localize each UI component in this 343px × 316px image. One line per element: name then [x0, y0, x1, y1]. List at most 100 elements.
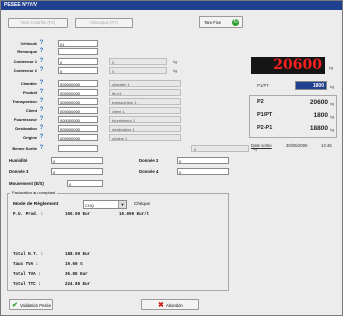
field-label-origin: Origine — [22, 135, 37, 140]
destination-code-input[interactable]: 000000000 — [58, 125, 98, 132]
scale-weight-unit: kg — [329, 65, 334, 70]
destination-name: destination 1 — [109, 125, 181, 132]
net-value: 18800 — [309, 125, 328, 132]
vat-rate-value: 19.60 % — [65, 263, 83, 267]
p1pt-input-unit: kg — [330, 84, 335, 89]
unit-price-value: 100.00 Eur — [65, 213, 91, 217]
container-2-weight: 0 — [109, 67, 167, 74]
p1pt-input[interactable]: 1800 — [295, 81, 327, 90]
exit-date-value: 30/05/2006 — [286, 143, 308, 148]
invoice-header: Facturation au comptant — [10, 190, 58, 195]
field-label-destination: Destination — [15, 126, 37, 131]
lookup-container-1-icon[interactable]: ? — [39, 58, 44, 65]
payment-mode-label: Mode de Règlement — [13, 202, 59, 207]
field-label-product: Produit — [23, 90, 37, 95]
exit-time-value: 14:46 — [321, 143, 332, 148]
origin-name: origine 1 — [109, 134, 181, 141]
lookup-client-icon[interactable]: ? — [39, 107, 44, 114]
scale-weight-display: 20600 — [251, 57, 325, 74]
container-1-unit: kg — [173, 59, 178, 64]
lookup-supplier-icon[interactable]: ? — [39, 116, 44, 123]
vat-rate-label: Taux TVA : — [13, 263, 39, 267]
field-label-supplier: Fournisseur — [13, 117, 37, 122]
total-vat-label: Total TVA : — [13, 273, 41, 277]
carrier-code-input[interactable]: 000000000 — [58, 98, 98, 105]
container-1-input[interactable]: 0 — [58, 58, 98, 65]
humidity-input[interactable]: 0 — [51, 157, 103, 164]
data4-label: Donnée 4 — [139, 169, 159, 174]
supplier-name: fournisseur 1 — [109, 116, 181, 123]
net-label: P2-P1 — [257, 125, 273, 131]
client-name: client 1 — [109, 107, 181, 114]
lookup-destination-icon[interactable]: ? — [39, 125, 44, 132]
site-name: chantier 1 — [109, 80, 181, 87]
data3-input[interactable]: 0 — [51, 168, 103, 175]
container-1-weight: 0 — [109, 58, 167, 65]
vehicle-input[interactable]: 01 — [58, 40, 98, 47]
field-label-site: Chantier — [20, 81, 37, 86]
field-label-container-2: Conteneur 2 — [13, 68, 37, 73]
lookup-product-icon[interactable]: ? — [39, 89, 44, 96]
field-label-container-1: Conteneur 1 — [13, 59, 37, 64]
p2-unit: kg — [330, 101, 335, 106]
field-label-exit-skip: Benne Sortie — [12, 146, 37, 151]
validate-weighing-button[interactable]: ✔ Validation Pesée — [9, 299, 53, 310]
cancel-label: Abandon — [166, 303, 183, 308]
refresh-icon: ↻ — [232, 19, 239, 26]
container-2-input[interactable]: 0 — [58, 67, 98, 74]
container-2-unit: kg — [173, 68, 178, 73]
total-ht-label: Total H.T. : — [13, 253, 44, 257]
payment-mode-select[interactable]: CHQ ▼ — [83, 200, 127, 209]
supplier-code-input[interactable]: 000000000 — [58, 116, 98, 123]
field-label-trailer: Remorque — [17, 49, 37, 54]
product-name: ltk p1 — [109, 89, 181, 96]
total-vat-value: 36.85 Eur — [65, 273, 88, 277]
lookup-carrier-icon[interactable]: ? — [39, 98, 44, 105]
humidity-label: Humidité — [9, 158, 28, 163]
trailer-input[interactable] — [58, 48, 98, 55]
tare-fixed-label: Tare Fixe — [204, 20, 222, 25]
total-ttc-value: 224.85 Eur — [65, 283, 91, 287]
p1pt-row-unit: kg — [330, 114, 335, 119]
lookup-origin-icon[interactable]: ? — [39, 134, 44, 141]
new-weighing-button[interactable]: Nvel Contrôle (F5) — [8, 18, 68, 28]
field-label-carrier: Transporteur — [12, 99, 37, 104]
p2-label: P2 — [257, 99, 264, 105]
lookup-site-icon[interactable]: ? — [39, 80, 44, 87]
client-code-input[interactable]: 000000000 — [58, 107, 98, 114]
total-ht-value: 188.00 Eur — [65, 253, 91, 257]
carrier-name: transporteur 1 — [109, 98, 181, 105]
total-ttc-label: Total TTC : — [13, 283, 41, 287]
lookup-container-2-icon[interactable]: ? — [39, 67, 44, 74]
data2-label: Donnée 2 — [139, 158, 159, 163]
cancel-button[interactable]: ✖ Abandon — [141, 299, 199, 310]
unit-price-label: P.U. Prod. : — [13, 213, 44, 217]
p1pt-row-value: 1800 — [313, 112, 328, 119]
close-icon: ✖ — [158, 302, 164, 309]
data3-label: Donnée 3 — [9, 169, 29, 174]
field-label-vehicle: Véhicule — [20, 41, 37, 46]
exit-date-label: Date sortie — [251, 143, 272, 148]
data4-input[interactable]: 0 — [177, 168, 229, 175]
site-code-input[interactable]: 000000000 — [58, 80, 98, 87]
payment-mode-name: Chèque — [134, 201, 151, 206]
product-code-input[interactable]: 000000000 — [58, 89, 98, 96]
net-unit: kg — [330, 127, 335, 132]
movement-input[interactable]: 0 — [67, 180, 103, 187]
lookup-trailer-icon[interactable]: ? — [39, 48, 44, 55]
validate-weighing-label: Validation Pesée — [20, 303, 52, 308]
exit-skip-input[interactable] — [58, 145, 98, 152]
exit-skip-weight: 0 — [191, 145, 249, 152]
lookup-vehicle-icon[interactable]: ? — [39, 40, 44, 47]
history-button[interactable]: Historique (F7) — [75, 18, 133, 28]
field-label-client: Client — [25, 108, 37, 113]
tare-fixed-button[interactable]: Tare Fixe ↻ — [199, 16, 243, 28]
payment-mode-value: CHQ — [85, 203, 94, 208]
chevron-down-icon[interactable]: ▼ — [118, 201, 126, 208]
lookup-exit-skip-icon[interactable]: ? — [39, 145, 44, 152]
p2-value: 20600 — [309, 99, 328, 106]
weighing-window: PESEE N°/Y/V Nvel Contrôle (F5) Historiq… — [0, 0, 343, 316]
origin-code-input[interactable]: 000000000 — [58, 134, 98, 141]
data2-input[interactable]: 0 — [177, 157, 229, 164]
unit-price-per-ton: 10.000 Eur/t — [119, 213, 150, 217]
